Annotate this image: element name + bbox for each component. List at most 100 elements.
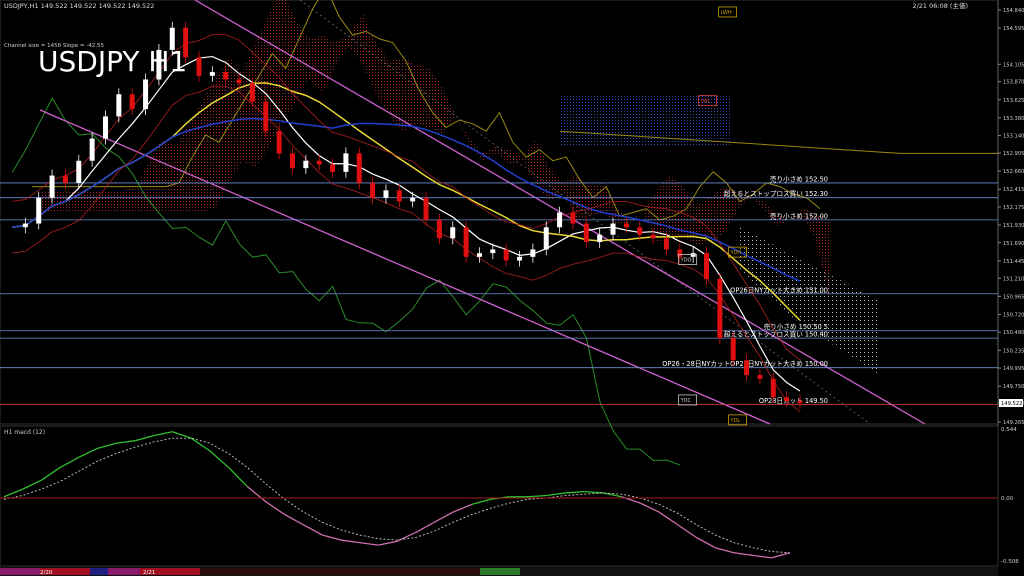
price-tick-label: 150.965 bbox=[1003, 294, 1024, 300]
candle-body bbox=[597, 234, 603, 243]
bottom-session-bar: 2/20 2/21 bbox=[0, 567, 998, 576]
candle-body bbox=[704, 253, 710, 280]
candle-body bbox=[330, 164, 336, 172]
price-tick-label: 153.380 bbox=[1003, 116, 1024, 122]
candle-body bbox=[517, 256, 523, 261]
price-tick-label: 153.140 bbox=[1003, 134, 1024, 140]
candle-body bbox=[610, 223, 616, 235]
price-tick-label: 150.720 bbox=[1003, 312, 1024, 318]
price-level-label: 超えるとストップロス買い 150.40 bbox=[724, 330, 828, 339]
price-tick-label: 152.415 bbox=[1003, 187, 1024, 193]
candle-body bbox=[49, 175, 55, 198]
candle-body bbox=[436, 219, 442, 239]
candle-body bbox=[209, 72, 215, 76]
box-label-text: YDH bbox=[730, 250, 742, 256]
candle-body bbox=[744, 360, 750, 376]
candle-body bbox=[196, 57, 202, 76]
candle-body bbox=[570, 212, 576, 224]
date-label-1: 2/20 bbox=[40, 570, 53, 576]
candle-body bbox=[637, 227, 643, 235]
price-tick-label: 152.660 bbox=[1003, 169, 1024, 175]
candle-body bbox=[623, 223, 629, 228]
candle-body bbox=[343, 153, 349, 172]
symbol-info: USDJPY,H1 149.522 149.522 149.522 149.52… bbox=[4, 2, 154, 10]
price-chart[interactable]: 売り小さめ 152.50 超えるとストップロス買い 152.30 売り小さめ 152… bbox=[0, 0, 1024, 576]
box-label-text: YDO bbox=[680, 258, 692, 264]
box-label-text: YDL bbox=[730, 418, 741, 424]
candle-body bbox=[503, 249, 509, 261]
candle-body bbox=[303, 160, 309, 169]
price-tick-label: 152.175 bbox=[1003, 205, 1024, 211]
price-level-label: 超えるとストップロス買い 152.30 bbox=[724, 189, 828, 198]
candle-body bbox=[650, 234, 656, 239]
candle-body bbox=[450, 227, 456, 239]
candle-body bbox=[263, 101, 269, 132]
candle-body bbox=[530, 249, 536, 257]
candle-body bbox=[797, 400, 803, 404]
price-tick-label: 153.625 bbox=[1003, 98, 1024, 104]
box-label-text: LWH bbox=[721, 10, 732, 16]
candle-body bbox=[223, 72, 229, 80]
candle-body bbox=[383, 190, 389, 198]
price-tick-label: 154.840 bbox=[1003, 8, 1024, 14]
price-tick-label: 151.445 bbox=[1003, 259, 1024, 265]
price-tick-label: 150.480 bbox=[1003, 330, 1024, 336]
price-tick-label: 153.870 bbox=[1003, 80, 1024, 86]
candle-body bbox=[62, 175, 68, 183]
date-label-2: 2/21 bbox=[143, 570, 155, 576]
price-tick-label: 151.930 bbox=[1003, 223, 1024, 229]
candle-body bbox=[543, 227, 549, 250]
price-tick-label: 150.235 bbox=[1003, 348, 1024, 354]
candle-body bbox=[396, 190, 402, 202]
candle-body bbox=[476, 253, 482, 257]
box-label-text: LWL bbox=[701, 99, 711, 105]
price-level-label: 売り小さめ 152.50 bbox=[770, 174, 828, 183]
candle-body bbox=[36, 197, 42, 224]
candle-body bbox=[102, 116, 108, 139]
candle-body bbox=[677, 249, 683, 257]
macd-tick-zero: 0.00 bbox=[1001, 496, 1014, 502]
price-level-label: OP26日NYカット大きめ 151.00 bbox=[730, 285, 828, 294]
price-tick-label: 149.750 bbox=[1003, 384, 1024, 390]
candle-body bbox=[116, 94, 122, 117]
price-tick-label: 149.995 bbox=[1003, 366, 1024, 372]
candle-body bbox=[770, 378, 776, 398]
candle-body bbox=[663, 238, 669, 250]
candle-body bbox=[236, 79, 242, 84]
candle-body bbox=[370, 182, 376, 198]
current-price-label: 149.522 bbox=[1001, 401, 1022, 407]
price-level-label: 売り小さめ 152.00 bbox=[770, 211, 828, 220]
candle-body bbox=[276, 131, 282, 154]
price-tick-label: 151.690 bbox=[1003, 241, 1024, 247]
candle-body bbox=[289, 153, 295, 169]
candle-body bbox=[490, 249, 496, 254]
candle-body bbox=[76, 160, 82, 183]
chart-datetime: 2/21 06:08 (主価) bbox=[912, 1, 968, 10]
price-tick-label: 154.595 bbox=[1003, 26, 1024, 32]
candle-body bbox=[410, 197, 416, 202]
candle-body bbox=[129, 94, 135, 110]
price-tick-label: 151.210 bbox=[1003, 276, 1024, 282]
candle-body bbox=[690, 253, 696, 257]
macd-tick-bottom: -0.508 bbox=[1001, 559, 1019, 565]
candle-body bbox=[463, 227, 469, 257]
candle-body bbox=[757, 375, 763, 379]
candle-body bbox=[784, 397, 790, 401]
box-label-text: YDC bbox=[680, 398, 692, 404]
candle-body bbox=[717, 279, 723, 339]
candle-body bbox=[249, 83, 255, 102]
chart-background bbox=[0, 0, 1024, 576]
price-level-label: OP28日カット 149.50 bbox=[759, 397, 828, 405]
candle-body bbox=[316, 160, 322, 165]
price-tick-label: 154.105 bbox=[1003, 62, 1024, 68]
candle-body bbox=[89, 138, 95, 161]
candle-body bbox=[143, 79, 149, 110]
big-title: USDJPY H1 bbox=[38, 45, 187, 78]
price-tick-label: 152.905 bbox=[1003, 151, 1024, 157]
price-tick-label: 149.265 bbox=[1003, 420, 1024, 426]
candle-body bbox=[356, 153, 362, 183]
macd-label: H1 macd (12) bbox=[4, 429, 45, 436]
candle-body bbox=[583, 223, 589, 243]
candle-body bbox=[22, 223, 28, 228]
candle-body bbox=[557, 212, 563, 228]
